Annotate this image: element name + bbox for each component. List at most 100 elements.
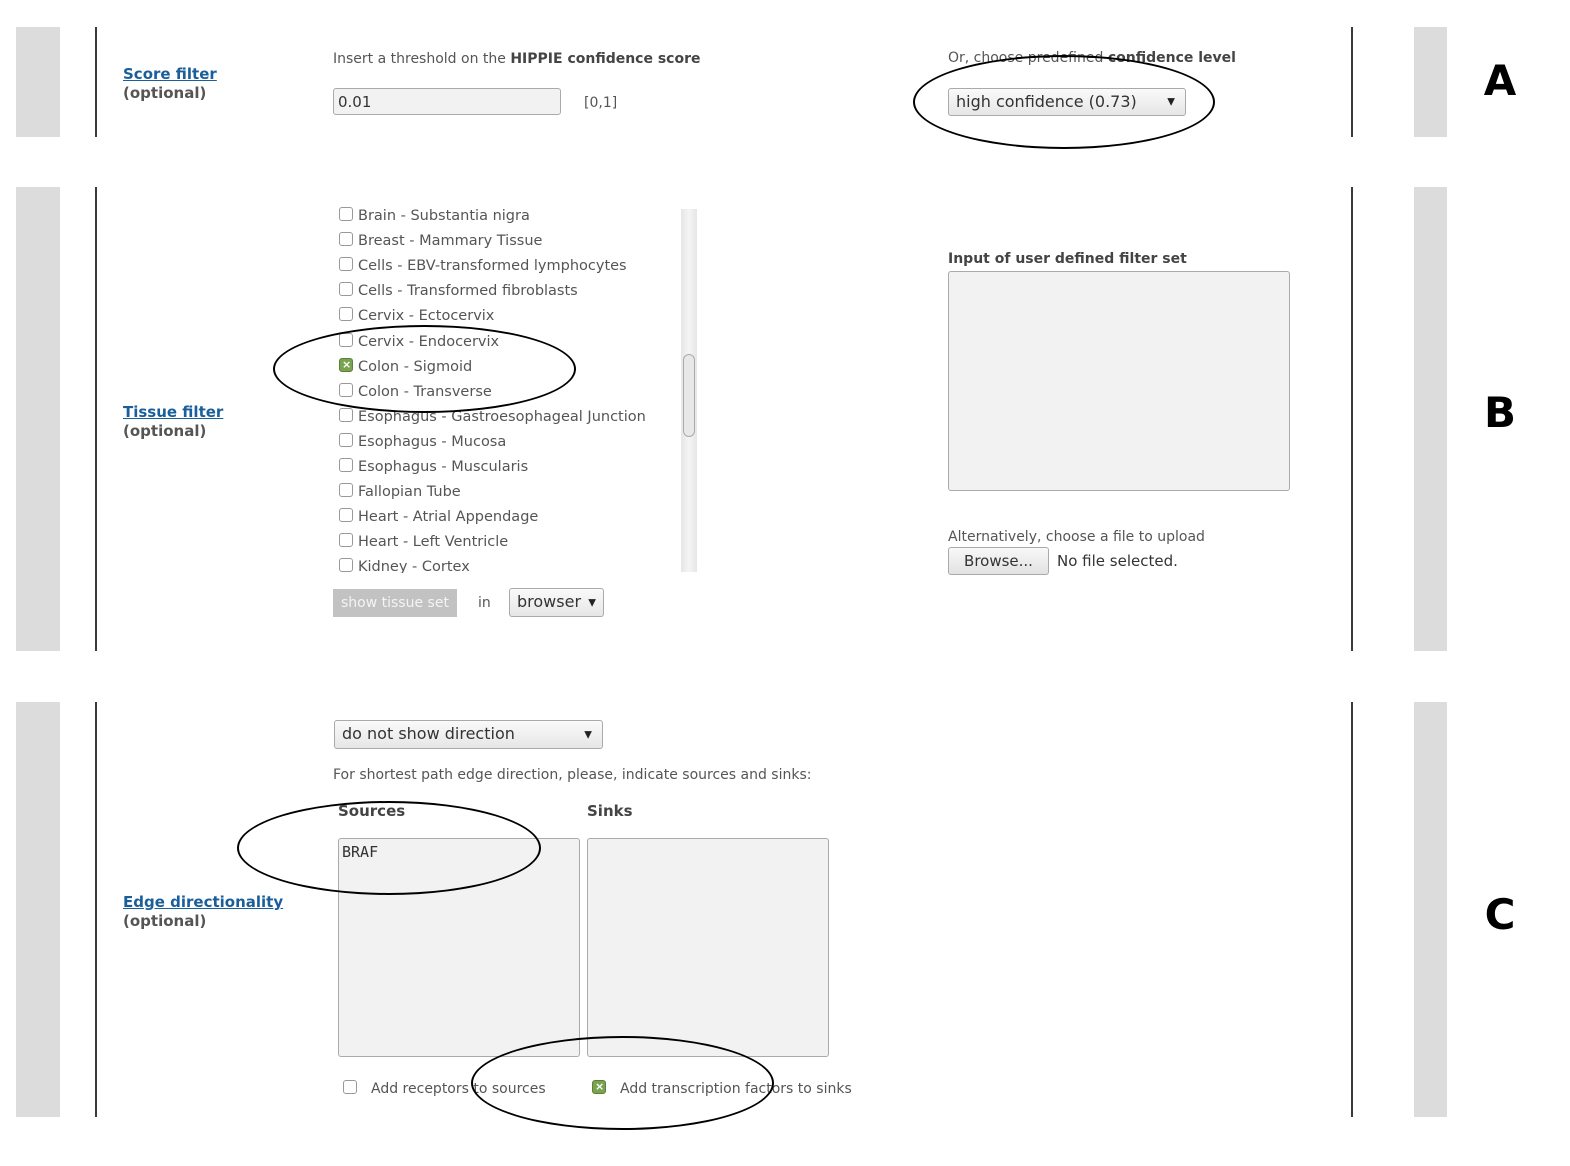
right-divider-a bbox=[1351, 27, 1353, 137]
add-tf-label: Add transcription factors to sinks bbox=[620, 1081, 852, 1097]
direction-select-value: do not show direction bbox=[342, 724, 515, 743]
edge-directionality-link[interactable]: Edge directionality bbox=[123, 893, 283, 912]
right-divider-c bbox=[1351, 702, 1353, 1117]
confidence-level-label: confidence level bbox=[1107, 50, 1236, 66]
left-divider-c bbox=[95, 702, 97, 1117]
right-bar-c bbox=[1414, 702, 1447, 1117]
chevron-down-icon: ▼ bbox=[588, 597, 596, 608]
score-filter-link[interactable]: Score filter bbox=[123, 65, 217, 84]
tissue-checkbox[interactable] bbox=[339, 357, 353, 372]
panel-label-a: A bbox=[1483, 56, 1517, 105]
target-select-value: browser bbox=[517, 592, 582, 611]
tissue-option[interactable]: Kidney - Cortex bbox=[339, 558, 470, 573]
tissue-label: Esophagus - Muscularis bbox=[358, 459, 529, 475]
upload-label: Alternatively, choose a file to upload bbox=[948, 529, 1205, 545]
tissue-checkbox[interactable] bbox=[339, 483, 353, 498]
sources-label: Sources bbox=[338, 802, 406, 820]
threshold-range-hint: [0,1] bbox=[584, 95, 618, 111]
tissue-option[interactable]: Esophagus - Mucosa bbox=[339, 432, 507, 458]
sinks-textarea[interactable] bbox=[587, 838, 829, 1057]
sources-sinks-instruction: For shortest path edge direction, please… bbox=[333, 767, 812, 783]
tissue-label: Colon - Transverse bbox=[358, 383, 492, 400]
tissue-checkbox[interactable] bbox=[339, 558, 353, 573]
in-label: in bbox=[478, 595, 491, 611]
confidence-level-select[interactable]: high confidence (0.73) ▼ bbox=[948, 88, 1186, 116]
tissue-filter-optional: (optional) bbox=[123, 422, 207, 440]
tissue-option[interactable]: Cells - EBV-transformed lymphocytes bbox=[339, 257, 627, 282]
tissue-option[interactable]: Brain - Substantia nigra bbox=[339, 207, 530, 232]
tissue-option[interactable]: Fallopian Tube bbox=[339, 483, 461, 508]
tissue-list-scrollbar[interactable] bbox=[681, 209, 697, 572]
hippie-score-label: HIPPIE confidence score bbox=[510, 51, 701, 67]
right-divider-b bbox=[1351, 187, 1353, 651]
threshold-instruction: Insert a threshold on the HIPPIE confide… bbox=[333, 51, 701, 67]
tissue-checkbox[interactable] bbox=[339, 458, 353, 472]
threshold-input[interactable] bbox=[333, 88, 561, 115]
tissue-checkbox[interactable] bbox=[339, 307, 353, 322]
sources-textarea[interactable]: BRAF bbox=[338, 838, 580, 1057]
tissue-option[interactable]: Cervix - Endocervix bbox=[339, 332, 500, 358]
tissue-filter-link[interactable]: Tissue filter bbox=[123, 403, 223, 422]
right-bar-b bbox=[1414, 187, 1447, 651]
right-bar-a bbox=[1414, 27, 1447, 137]
tissue-checkbox[interactable] bbox=[339, 257, 353, 272]
scrollbar-thumb[interactable] bbox=[683, 354, 695, 437]
tissue-label: Cervix - Endocervix bbox=[358, 333, 500, 350]
left-bar-c bbox=[16, 702, 60, 1117]
add-receptors-option[interactable]: Add receptors to sources bbox=[343, 1080, 546, 1097]
tissue-option[interactable]: Esophagus - Muscularis bbox=[339, 458, 528, 483]
tissue-checkbox[interactable] bbox=[339, 533, 353, 548]
confidence-level-instruction: Or, choose predefined confidence level bbox=[948, 50, 1236, 66]
add-tf-option[interactable]: Add transcription factors to sinks bbox=[592, 1080, 852, 1097]
chevron-down-icon: ▼ bbox=[584, 729, 592, 740]
tissue-checkbox[interactable] bbox=[339, 407, 353, 422]
user-filter-set-textarea[interactable] bbox=[948, 271, 1290, 491]
tissue-label: Cervix - Ectocervix bbox=[358, 308, 495, 325]
left-divider-b bbox=[95, 187, 97, 651]
tissue-checkbox[interactable] bbox=[339, 232, 353, 247]
tissue-checkbox[interactable] bbox=[339, 332, 353, 347]
user-filter-set-label: Input of user defined filter set bbox=[948, 251, 1187, 267]
tissue-checkbox[interactable] bbox=[339, 207, 353, 221]
add-receptors-checkbox[interactable] bbox=[343, 1080, 357, 1094]
add-tf-checkbox[interactable] bbox=[592, 1080, 606, 1094]
tissue-option[interactable]: Esophagus - Gastroesophageal Junction bbox=[339, 407, 646, 433]
tissue-checkbox[interactable] bbox=[339, 282, 353, 297]
tissue-option[interactable]: Heart - Atrial Appendage bbox=[339, 508, 538, 533]
file-status: No file selected. bbox=[1057, 552, 1178, 570]
tissue-checkbox[interactable] bbox=[339, 432, 353, 447]
tissue-checkbox[interactable] bbox=[339, 382, 353, 397]
tissue-checkbox-list[interactable]: Brain - Substantia nigra Breast - Mammary… bbox=[333, 205, 698, 573]
tissue-option[interactable]: Heart - Left Ventricle bbox=[339, 533, 508, 558]
tissue-label: Esophagus - Mucosa bbox=[358, 433, 507, 450]
tissue-label: Esophagus - Gastroesophageal Junction bbox=[358, 408, 646, 425]
browse-button[interactable]: Browse... bbox=[948, 547, 1049, 575]
show-tissue-set-button[interactable]: show tissue set bbox=[333, 589, 457, 617]
tissue-option[interactable]: Cells - Transformed fibroblasts bbox=[339, 282, 578, 307]
tissue-label: Fallopian Tube bbox=[358, 484, 461, 501]
tissue-label: Kidney - Cortex bbox=[358, 559, 470, 573]
panel-label-c: C bbox=[1484, 890, 1516, 939]
left-bar-b bbox=[16, 187, 60, 651]
tissue-label: Heart - Left Ventricle bbox=[358, 534, 509, 551]
tissue-checkbox[interactable] bbox=[339, 508, 353, 523]
tissue-label: Breast - Mammary Tissue bbox=[358, 233, 543, 250]
edge-directionality-heading: Edge directionality (optional) bbox=[123, 893, 283, 931]
tissue-label: Brain - Substantia nigra bbox=[358, 208, 530, 224]
add-receptors-label: Add receptors to sources bbox=[371, 1081, 546, 1097]
tissue-label: Cells - EBV-transformed lymphocytes bbox=[358, 258, 627, 275]
sinks-label: Sinks bbox=[587, 802, 633, 820]
tissue-label: Colon - Sigmoid bbox=[358, 358, 473, 375]
tissue-option[interactable]: Breast - Mammary Tissue bbox=[339, 232, 542, 257]
tissue-option[interactable]: Colon - Sigmoid bbox=[339, 357, 473, 383]
tissue-option[interactable]: Cervix - Ectocervix bbox=[339, 307, 494, 332]
tissue-filter-heading: Tissue filter (optional) bbox=[123, 403, 223, 441]
target-select[interactable]: browser ▼ bbox=[509, 588, 604, 617]
tissue-option[interactable]: Colon - Transverse bbox=[339, 382, 492, 408]
tissue-label: Heart - Atrial Appendage bbox=[358, 509, 539, 526]
left-bar-a bbox=[16, 27, 60, 137]
direction-select[interactable]: do not show direction ▼ bbox=[334, 720, 603, 749]
edge-directionality-optional: (optional) bbox=[123, 912, 207, 930]
score-filter-heading: Score filter (optional) bbox=[123, 65, 217, 103]
tissue-label: Cells - Transformed fibroblasts bbox=[358, 283, 578, 300]
